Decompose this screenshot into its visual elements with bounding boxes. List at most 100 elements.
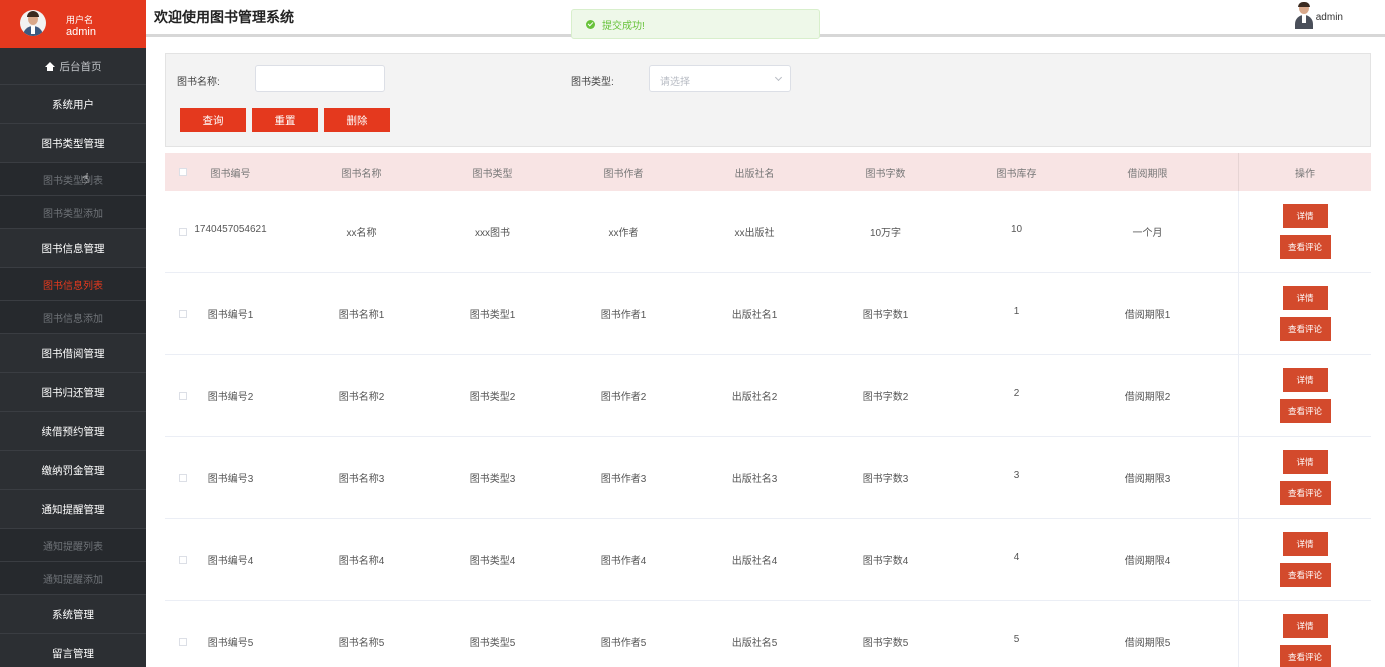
check-circle-icon [586, 19, 595, 29]
table-cell: 图书字数4 [862, 556, 909, 567]
sidebar-item-10[interactable]: 缴纳罚金管理 [0, 451, 146, 490]
sidebar-item-label: 图书类型添加 [43, 208, 103, 220]
table-cell: 图书名称5 [338, 638, 385, 649]
column-header: 借阅期限 [1127, 168, 1168, 180]
sidebar-item-label: 图书归还管理 [41, 386, 105, 399]
table-cell: 图书类型4 [469, 556, 516, 567]
sidebar-item-2[interactable]: 图书类型列表 [0, 163, 146, 196]
table-cell: 出版社名4 [731, 556, 778, 567]
view-comments-button[interactable]: 查看评论 [1279, 645, 1331, 667]
sidebar-item-12[interactable]: 通知提醒列表 [0, 529, 146, 562]
table-cell: 出版社名2 [731, 392, 778, 403]
table-cell: 图书名称4 [338, 556, 385, 567]
sidebar-item-7[interactable]: 图书借阅管理 [0, 334, 146, 373]
column-header: 图书编号 [210, 168, 251, 180]
book-table: 图书编号 图书名称 图书类型 图书作者 出版社名 图书字数 图书库存 借阅期限 操作 1740… [165, 153, 1371, 667]
view-comments-button[interactable]: 查看评论 [1279, 317, 1331, 341]
table-cell: 图书类型1 [469, 310, 516, 321]
table-cell: 图书作者5 [600, 638, 647, 649]
detail-button[interactable]: 详情 [1282, 368, 1328, 392]
sidebar-item-label: 通知提醒添加 [43, 574, 103, 586]
query-button[interactable]: 查询 [180, 108, 246, 132]
sidebar-item-label: 图书借阅管理 [41, 347, 105, 360]
table-cell: 一个月 [1132, 228, 1163, 239]
toast-message: 提交成功! [602, 20, 645, 32]
user-name: admin [66, 26, 96, 38]
sidebar-item-14[interactable]: 系统管理 [0, 595, 146, 634]
column-header: 出版社名 [734, 168, 775, 180]
view-comments-button[interactable]: 查看评论 [1279, 399, 1331, 423]
top-user-name[interactable]: admin [1316, 12, 1343, 23]
reset-button[interactable]: 重置 [252, 108, 318, 132]
table-cell: 1 [1013, 306, 1020, 317]
table-row: 图书编号5 图书名称5 图书类型5 图书作者5 出版社名5 图书字数5 5 借阅期限5 详情 查看… [165, 601, 1371, 667]
table-cell: 图书作者1 [600, 310, 647, 321]
sidebar-item-label: 图书信息列表 [43, 280, 103, 292]
table-cell: 5 [1013, 634, 1020, 645]
sidebar-item-9[interactable]: 续借预约管理 [0, 412, 146, 451]
table-cell: xx出版社 [734, 228, 775, 239]
sidebar-item-label: 图书信息添加 [43, 313, 103, 325]
table-cell: 图书编号5 [207, 638, 254, 649]
sidebar-item-8[interactable]: 图书归还管理 [0, 373, 146, 412]
column-header: 图书字数 [865, 168, 906, 180]
table-body: 1740457054621 xx名称 xxx图书 xx作者 xx出版社 10万字 10 一个月… [165, 191, 1371, 667]
table-cell: 借阅期限3 [1124, 474, 1171, 485]
delete-button[interactable]: 删除 [324, 108, 390, 132]
table-cell: xx作者 [608, 228, 639, 239]
row-actions: 详情 查看评论 [1238, 437, 1371, 518]
home-icon [44, 61, 55, 71]
sidebar-item-label: 图书类型列表 [43, 175, 103, 187]
detail-button[interactable]: 详情 [1282, 614, 1328, 638]
column-header: 图书名称 [341, 168, 382, 180]
table-cell: 图书字数3 [862, 474, 909, 485]
sidebar-item-1[interactable]: 图书类型管理 [0, 124, 146, 163]
success-toast: 提交成功! [571, 9, 820, 39]
detail-button[interactable]: 详情 [1282, 450, 1328, 474]
search-panel: 图书名称: 图书类型: 请选择 查询 重置 删除 [165, 53, 1371, 147]
table-cell: 图书作者2 [600, 392, 647, 403]
row-actions: 详情 查看评论 [1238, 519, 1371, 600]
sidebar-item-11[interactable]: 通知提醒管理 [0, 490, 146, 529]
row-actions: 详情 查看评论 [1238, 355, 1371, 436]
view-comments-button[interactable]: 查看评论 [1279, 481, 1331, 505]
book-type-label: 图书类型: [571, 77, 614, 88]
row-actions: 详情 查看评论 [1238, 601, 1371, 667]
book-name-input[interactable] [255, 65, 385, 92]
book-name-label: 图书名称: [177, 77, 220, 88]
sidebar-item-label: 通知提醒管理 [41, 503, 105, 516]
sidebar-item-home[interactable]: 后台首页 [0, 48, 146, 85]
table-row: 1740457054621 xx名称 xxx图书 xx作者 xx出版社 10万字 10 一个月… [165, 191, 1371, 273]
column-header-actions: 操作 [1238, 153, 1371, 191]
sidebar-item-4[interactable]: 图书信息管理 [0, 229, 146, 268]
hand-cursor-icon: ☝ [81, 170, 90, 186]
book-type-select[interactable]: 请选择 [649, 65, 791, 92]
avatar [20, 10, 46, 36]
view-comments-button[interactable]: 查看评论 [1279, 563, 1331, 587]
sidebar-item-0[interactable]: 系统用户 [0, 85, 146, 124]
table-cell: 图书类型5 [469, 638, 516, 649]
table-cell: xx名称 [346, 228, 377, 239]
select-placeholder: 请选择 [660, 77, 690, 88]
sidebar-item-6[interactable]: 图书信息添加 [0, 301, 146, 334]
user-avatar-icon[interactable] [1295, 2, 1313, 29]
sidebar-item-label: 系统管理 [52, 608, 94, 621]
table-cell: 图书作者3 [600, 474, 647, 485]
chevron-down-icon [774, 73, 783, 82]
table-cell: xxx图书 [475, 228, 510, 239]
detail-button[interactable]: 详情 [1282, 204, 1328, 228]
detail-button[interactable]: 详情 [1282, 532, 1328, 556]
sidebar-item-label: 系统用户 [52, 98, 94, 111]
sidebar-item-3[interactable]: 图书类型添加 [0, 196, 146, 229]
table-cell: 图书作者4 [600, 556, 647, 567]
view-comments-button[interactable]: 查看评论 [1279, 235, 1331, 259]
sidebar-item-5[interactable]: 图书信息列表 [0, 268, 146, 301]
sidebar-item-label: 图书类型管理 [41, 137, 105, 150]
page-title: 欢迎使用图书管理系统 [154, 9, 294, 25]
table-cell: 图书字数1 [862, 310, 909, 321]
table-cell: 2 [1013, 388, 1020, 399]
sidebar-item-15[interactable]: 留言管理 [0, 634, 146, 667]
detail-button[interactable]: 详情 [1282, 286, 1328, 310]
sidebar-user-panel: 用户名 admin [0, 0, 146, 48]
sidebar-item-13[interactable]: 通知提醒添加 [0, 562, 146, 595]
